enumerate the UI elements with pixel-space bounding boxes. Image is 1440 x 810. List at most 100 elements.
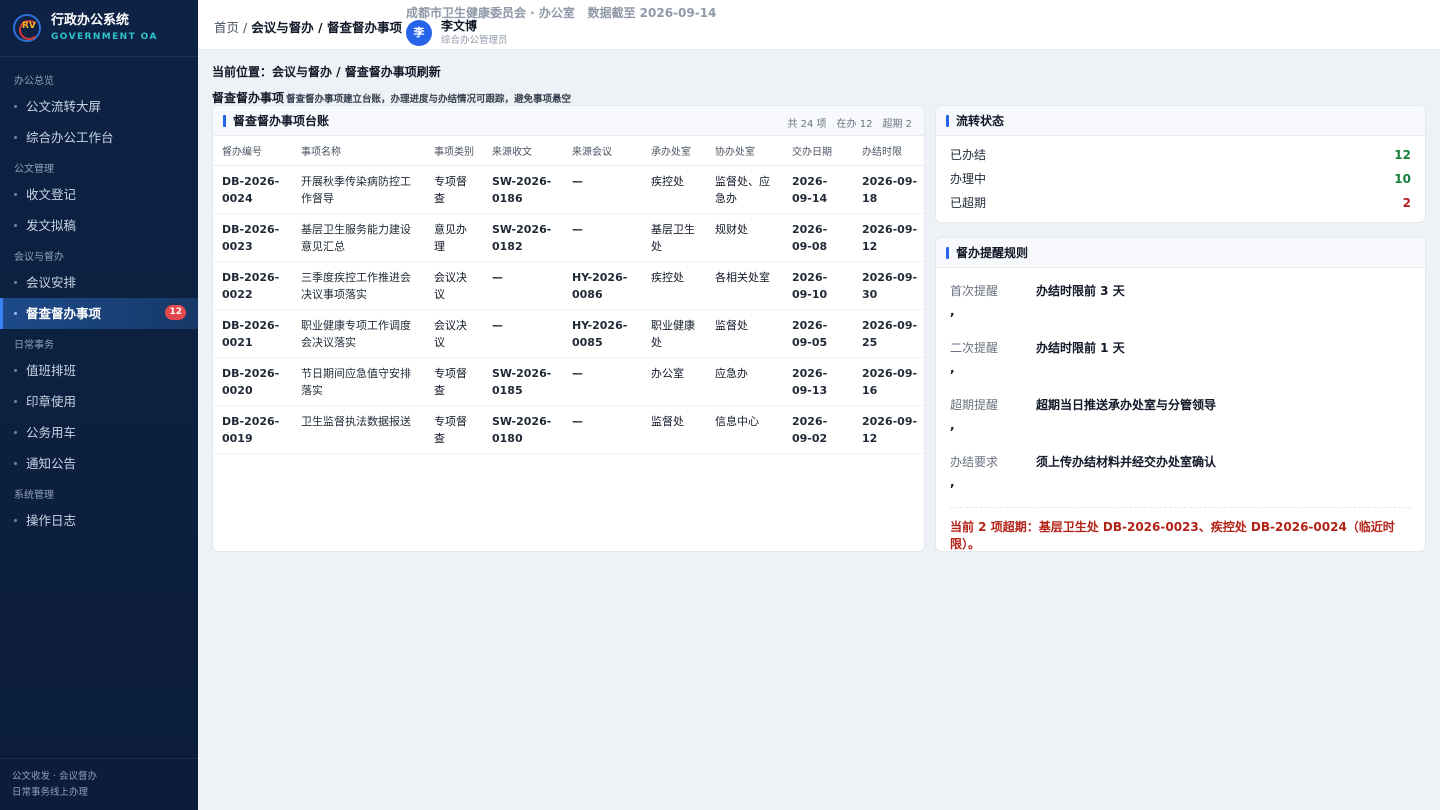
cell-source-doc: — [483, 309, 563, 358]
cell-assign-date: 2026-09-08 [783, 213, 853, 262]
cell-assign-date: 2026-09-05 [783, 309, 853, 358]
table-row[interactable]: DB-2026-0023 基层卫生服务能力建设意见汇总 意见办理 SW-2026… [213, 213, 924, 262]
cell-name: 三季度疾控工作推进会决议事项落实 [292, 261, 425, 310]
cell-name: 节日期间应急值守安排落实 [292, 357, 425, 406]
status-value: 12 [1394, 148, 1411, 162]
table-row[interactable]: DB-2026-0019 卫生监督执法数据报送 专项督查 SW-2026-018… [213, 405, 924, 454]
cell-assist-dept: 监督处、应急办 [706, 165, 783, 214]
sidebar-item-supervision[interactable]: 督查督办事项 12 [0, 298, 198, 329]
avatar: 李 [406, 20, 432, 46]
cell-deadline: 2026-09-18 [853, 165, 924, 214]
ledger-stats: 共 24 项在办 12 超期 2 [777, 115, 912, 130]
rule-desc: 须上传办结材料并经交办处室确认 [1036, 455, 1217, 469]
cell-assist-dept: 应急办 [706, 357, 783, 406]
brand[interactable]: RV 行政办公系统 GOVERNMENT OA [0, 0, 198, 57]
cell-id: DB-2026-0024 [213, 165, 292, 214]
cell-id: DB-2026-0022 [213, 261, 292, 310]
cell-source-doc: — [483, 261, 563, 310]
sidebar-item-incoming-register[interactable]: 收文登记 [0, 179, 198, 210]
cell-lead-dept: 职业健康处 [642, 309, 706, 358]
card-header: 督查督办事项台账 共 24 项在办 12 超期 2 [213, 106, 924, 136]
cell-category: 会议决议 [425, 261, 483, 310]
cell-name: 开展秋季传染病防控工作督导 [292, 165, 425, 214]
rule-list: 首次提醒 办结时限前 3 天 , 二次提醒 办结时限前 1 天 , 超期提醒 超… [936, 268, 1425, 496]
breadcrumb: 首页 / 会议与督办 / 督查督办事项 [214, 20, 402, 35]
data-date: 数据截至 2026-09-14 [587, 6, 717, 20]
sidebar-item-notices[interactable]: 通知公告 [0, 448, 198, 479]
current-location: 当前位置：会议与督办 / 督查督办事项刷新 [212, 65, 441, 79]
app-subtitle: GOVERNMENT OA [51, 32, 158, 42]
sidebar-nav: 办公总览 公文流转大屏 综合办公工作台 公文管理 收文登记 发文拟稿 会议与督办… [0, 57, 198, 536]
status-item-completed: 已办结 12 [936, 143, 1425, 167]
rule-item: 办结要求 须上传办结材料并经交办处室确认 , [950, 455, 1217, 489]
cell-lead-dept: 疾控处 [642, 261, 706, 310]
col-header[interactable]: 办结时限 [853, 136, 924, 166]
col-header[interactable]: 协办处室 [706, 136, 783, 166]
cell-category: 专项督查 [425, 405, 483, 454]
sidebar-item-official-car[interactable]: 公务用车 [0, 417, 198, 448]
app-title: 行政办公系统 [51, 13, 130, 28]
card-title: 督查督办事项台账 [223, 113, 329, 129]
app-logo-icon: RV [13, 14, 41, 42]
sidebar-item-doc-flow-screen[interactable]: 公文流转大屏 [0, 91, 198, 122]
reminder-rules-card: 督办提醒规则 首次提醒 办结时限前 3 天 , 二次提醒 办结时限前 1 天 ,… [935, 237, 1426, 552]
sidebar-item-workbench[interactable]: 综合办公工作台 [0, 122, 198, 153]
cell-id: DB-2026-0020 [213, 357, 292, 406]
top-header: 首页 / 会议与督办 / 督查督办事项 成都市卫生健康委员会 · 办公室 数据截… [198, 0, 1440, 50]
rule-item: 超期提醒 超期当日推送承办处室与分管领导 , [950, 398, 1217, 432]
cell-category: 专项督查 [425, 165, 483, 214]
rule-desc: 办结时限前 1 天 [1036, 341, 1125, 355]
cell-assign-date: 2026-09-10 [783, 261, 853, 310]
col-header[interactable]: 事项名称 [292, 136, 425, 166]
rule-desc: 超期当日推送承办处室与分管领导 [1036, 398, 1217, 412]
stat-in-progress: 在办 12 [836, 119, 873, 130]
col-header[interactable]: 承办处室 [642, 136, 706, 166]
user-name: 李文博 [441, 19, 478, 33]
cell-category: 专项督查 [425, 357, 483, 406]
table-row[interactable]: DB-2026-0024 开展秋季传染病防控工作督导 专项督查 SW-2026-… [213, 165, 924, 214]
stat-overdue: 超期 2 [882, 119, 912, 130]
cell-assign-date: 2026-09-13 [783, 357, 853, 406]
sidebar-item-operation-log[interactable]: 操作日志 [0, 505, 198, 536]
card-header: 流转状态 [936, 106, 1425, 136]
sidebar-item-meeting-schedule[interactable]: 会议安排 [0, 267, 198, 298]
cell-deadline: 2026-09-16 [853, 357, 924, 406]
cell-source-meeting: — [563, 165, 642, 214]
cell-source-doc: SW-2026-0186 [483, 165, 563, 214]
cell-name: 职业健康专项工作调度会决议落实 [292, 309, 425, 358]
rule-key: 首次提醒 [950, 284, 999, 298]
breadcrumb-home[interactable]: 首页 [214, 20, 239, 35]
rule-key: 办结要求 [950, 455, 999, 469]
cell-source-meeting: — [563, 405, 642, 454]
col-header[interactable]: 来源收文 [483, 136, 563, 166]
count-badge: 12 [165, 305, 186, 320]
card-title: 流转状态 [946, 113, 1004, 129]
cell-id: DB-2026-0019 [213, 405, 292, 454]
sidebar-item-duty-roster[interactable]: 值班排班 [0, 355, 198, 386]
sidebar-item-outgoing-draft[interactable]: 发文拟稿 [0, 210, 198, 241]
table-row[interactable]: DB-2026-0022 三季度疾控工作推进会决议事项落实 会议决议 — HY-… [213, 261, 924, 310]
cell-source-meeting: HY-2026-0086 [563, 261, 642, 310]
col-header[interactable]: 事项类别 [425, 136, 483, 166]
table-row[interactable]: DB-2026-0021 职业健康专项工作调度会决议落实 会议决议 — HY-2… [213, 309, 924, 358]
cell-deadline: 2026-09-30 [853, 261, 924, 310]
col-header[interactable]: 督办编号 [213, 136, 292, 166]
breadcrumb-parent[interactable]: 会议与督办 [251, 20, 314, 35]
supervision-ledger-card: 督查督办事项台账 共 24 项在办 12 超期 2 督办编号 事项名称 事项类别 … [212, 105, 925, 552]
cell-lead-dept: 基层卫生处 [642, 213, 706, 262]
status-item-overdue: 已超期 2 [936, 191, 1425, 215]
table-header-row: 督办编号 事项名称 事项类别 来源收文 来源会议 承办处室 协办处室 交办日期 … [213, 136, 924, 166]
col-header[interactable]: 交办日期 [783, 136, 853, 166]
table-row[interactable]: DB-2026-0020 节日期间应急值守安排落实 专项督查 SW-2026-0… [213, 357, 924, 406]
card-title: 督办提醒规则 [946, 245, 1028, 261]
user-profile[interactable]: 李 李文博 综合办公管理员 [406, 19, 508, 47]
sidebar-item-seal-usage[interactable]: 印章使用 [0, 386, 198, 417]
cell-category: 意见办理 [425, 213, 483, 262]
cell-name: 卫生监督执法数据报送 [292, 405, 425, 454]
cell-lead-dept: 监督处 [642, 405, 706, 454]
status-item-in-progress: 办理中 10 [936, 167, 1425, 191]
cell-source-doc: SW-2026-0182 [483, 213, 563, 262]
col-header[interactable]: 来源会议 [563, 136, 642, 166]
rule-key: 超期提醒 [950, 398, 999, 412]
rule-item: 二次提醒 办结时限前 1 天 , [950, 341, 1125, 375]
